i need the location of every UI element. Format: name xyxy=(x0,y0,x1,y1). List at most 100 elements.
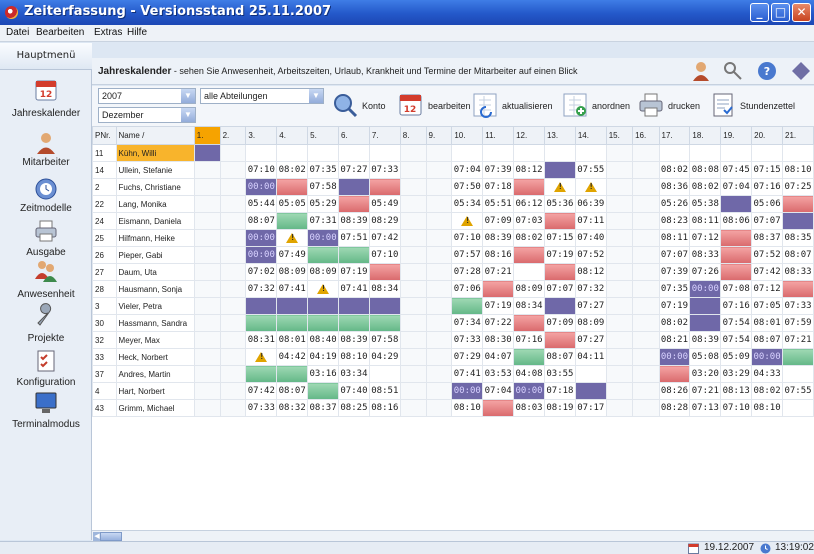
day-cell[interactable] xyxy=(425,212,453,230)
day-cell[interactable] xyxy=(399,280,427,298)
day-cell[interactable]: 07:08 xyxy=(720,280,753,298)
day-cell[interactable]: 07:41 xyxy=(276,280,309,298)
day-cell[interactable]: 07:42 xyxy=(245,382,278,400)
day-cell[interactable]: 03:55 xyxy=(543,365,576,383)
day-cell[interactable] xyxy=(605,314,634,332)
day-cell[interactable]: 08:23 xyxy=(658,212,691,230)
day-cell[interactable]: 07:21 xyxy=(782,331,814,349)
employee-name[interactable]: Hassmann, Sandra xyxy=(115,314,195,332)
day-cell[interactable] xyxy=(425,229,453,247)
day-cell[interactable] xyxy=(399,212,427,230)
table-row[interactable]: 25Hilfmann, Heike00:0000:0007:5107:4207:… xyxy=(92,229,814,247)
column-header-day[interactable]: 11. xyxy=(482,126,515,145)
day-cell[interactable]: 07:52 xyxy=(574,246,607,264)
day-cell[interactable]: 07:18 xyxy=(482,178,515,196)
day-cell[interactable] xyxy=(219,178,247,196)
day-cell[interactable]: 07:05 xyxy=(751,297,783,315)
day-cell[interactable] xyxy=(425,331,453,349)
day-cell[interactable]: 07:32 xyxy=(574,280,607,298)
day-cell[interactable]: 07:04 xyxy=(451,161,484,179)
table-row[interactable]: 43 Grimm, Michael 07:33 08:32 08:37 08:25 08:1… xyxy=(92,399,814,417)
day-cell[interactable]: 08:07 xyxy=(245,212,278,230)
day-cell[interactable]: 07:16 xyxy=(513,331,545,349)
day-cell[interactable]: 08:21 xyxy=(658,331,691,349)
department-select[interactable]: alle Abteilungen ▼ xyxy=(200,88,324,104)
table-row[interactable]: 32 Meyer, Max 08:31 08:01 08:40 08:39 07:58 07:… xyxy=(92,331,814,349)
day-cell[interactable] xyxy=(307,144,339,162)
day-cell[interactable] xyxy=(720,246,753,264)
day-cell[interactable]: 07:31 xyxy=(307,212,339,230)
day-cell[interactable]: 08:16 xyxy=(368,399,401,417)
day-cell[interactable]: 08:07 xyxy=(782,246,814,264)
maximize-button[interactable]: □ xyxy=(771,3,790,22)
column-header-day[interactable]: 16. xyxy=(632,126,660,145)
day-cell[interactable]: 08:39 xyxy=(338,331,370,349)
day-cell[interactable] xyxy=(720,195,753,213)
day-cell[interactable] xyxy=(632,212,660,230)
employee-name[interactable]: Lang, Monika xyxy=(115,195,195,213)
day-cell[interactable]: 07:11 xyxy=(574,212,607,230)
day-cell[interactable] xyxy=(425,382,453,400)
sidebar-item-jahreskalender[interactable]: 12 Jahreskalender xyxy=(0,78,92,124)
day-cell[interactable]: 07:18 xyxy=(543,382,576,400)
day-cell[interactable]: 05:34 xyxy=(451,195,484,213)
day-cell[interactable] xyxy=(513,314,545,332)
table-row[interactable]: 22 Lang, Monika 05:44 05:05 05:29 05:49 05:34 0… xyxy=(92,195,814,213)
day-cell[interactable]: 07:50 xyxy=(451,178,484,196)
day-cell[interactable] xyxy=(632,195,660,213)
day-cell[interactable] xyxy=(605,246,634,264)
column-header-day[interactable]: 17. xyxy=(658,126,691,145)
menu-hilfe[interactable]: Hilfe xyxy=(127,27,147,38)
column-header-day[interactable]: 9. xyxy=(425,126,453,145)
user-icon[interactable] xyxy=(690,60,712,82)
day-cell[interactable]: 07:13 xyxy=(689,399,722,417)
day-cell[interactable] xyxy=(632,348,660,366)
day-cell[interactable] xyxy=(193,348,221,366)
day-cell[interactable] xyxy=(632,246,660,264)
table-row[interactable]: 27 Daum, Uta 07:02 08:09 08:09 07:19 07:28 07:2… xyxy=(92,263,814,281)
day-cell[interactable] xyxy=(219,161,247,179)
day-cell[interactable]: 08:33 xyxy=(782,263,814,281)
day-cell[interactable]: 07:03 xyxy=(513,212,545,230)
day-cell[interactable] xyxy=(399,382,427,400)
table-row[interactable]: 37 Andres, Martin 03:16 03:34 07:41 03:53 04:0… xyxy=(92,365,814,383)
day-cell[interactable] xyxy=(276,229,309,247)
day-cell[interactable] xyxy=(482,280,515,298)
drucken-button[interactable]: drucken xyxy=(638,92,708,120)
key-icon[interactable] xyxy=(722,60,744,82)
column-header-day[interactable]: 21. xyxy=(782,126,814,145)
day-cell[interactable] xyxy=(605,144,634,162)
sidebar-item-terminalmodus[interactable]: Terminalmodus xyxy=(0,391,92,437)
day-cell[interactable] xyxy=(720,229,753,247)
day-cell[interactable]: 04:29 xyxy=(368,348,401,366)
day-cell[interactable]: 03:20 xyxy=(689,365,722,383)
day-cell[interactable]: 07:35 xyxy=(307,161,339,179)
day-cell[interactable] xyxy=(219,314,247,332)
day-cell[interactable] xyxy=(307,280,339,298)
day-cell[interactable] xyxy=(782,348,814,366)
day-cell[interactable] xyxy=(193,229,221,247)
sidebar-item-anwesenheit[interactable]: Anwesenheit xyxy=(0,259,92,305)
day-cell[interactable]: 07:27 xyxy=(574,331,607,349)
day-cell[interactable] xyxy=(782,212,814,230)
day-cell[interactable]: 08:07 xyxy=(751,331,783,349)
sidebar-item-konfiguration[interactable]: Konfiguration xyxy=(0,349,92,395)
day-cell[interactable] xyxy=(219,263,247,281)
day-cell[interactable] xyxy=(368,297,401,315)
day-cell[interactable] xyxy=(632,263,660,281)
employee-name[interactable]: Vieler, Petra xyxy=(115,297,195,315)
menu-bearbeiten[interactable]: Bearbeiten xyxy=(36,27,84,38)
day-cell[interactable] xyxy=(482,144,515,162)
day-cell[interactable] xyxy=(245,348,278,366)
day-cell[interactable]: 07:19 xyxy=(482,297,515,315)
day-cell[interactable] xyxy=(425,195,453,213)
day-cell[interactable] xyxy=(399,144,427,162)
day-cell[interactable]: 00:00 xyxy=(245,229,278,247)
employee-name[interactable]: Eismann, Daniela xyxy=(115,212,195,230)
day-cell[interactable] xyxy=(425,246,453,264)
day-cell[interactable]: 08:31 xyxy=(245,331,278,349)
minimize-button[interactable]: _ xyxy=(750,3,769,22)
diamond-icon[interactable] xyxy=(790,60,812,82)
column-header-day[interactable]: 20. xyxy=(751,126,783,145)
day-cell[interactable]: 07:09 xyxy=(482,212,515,230)
